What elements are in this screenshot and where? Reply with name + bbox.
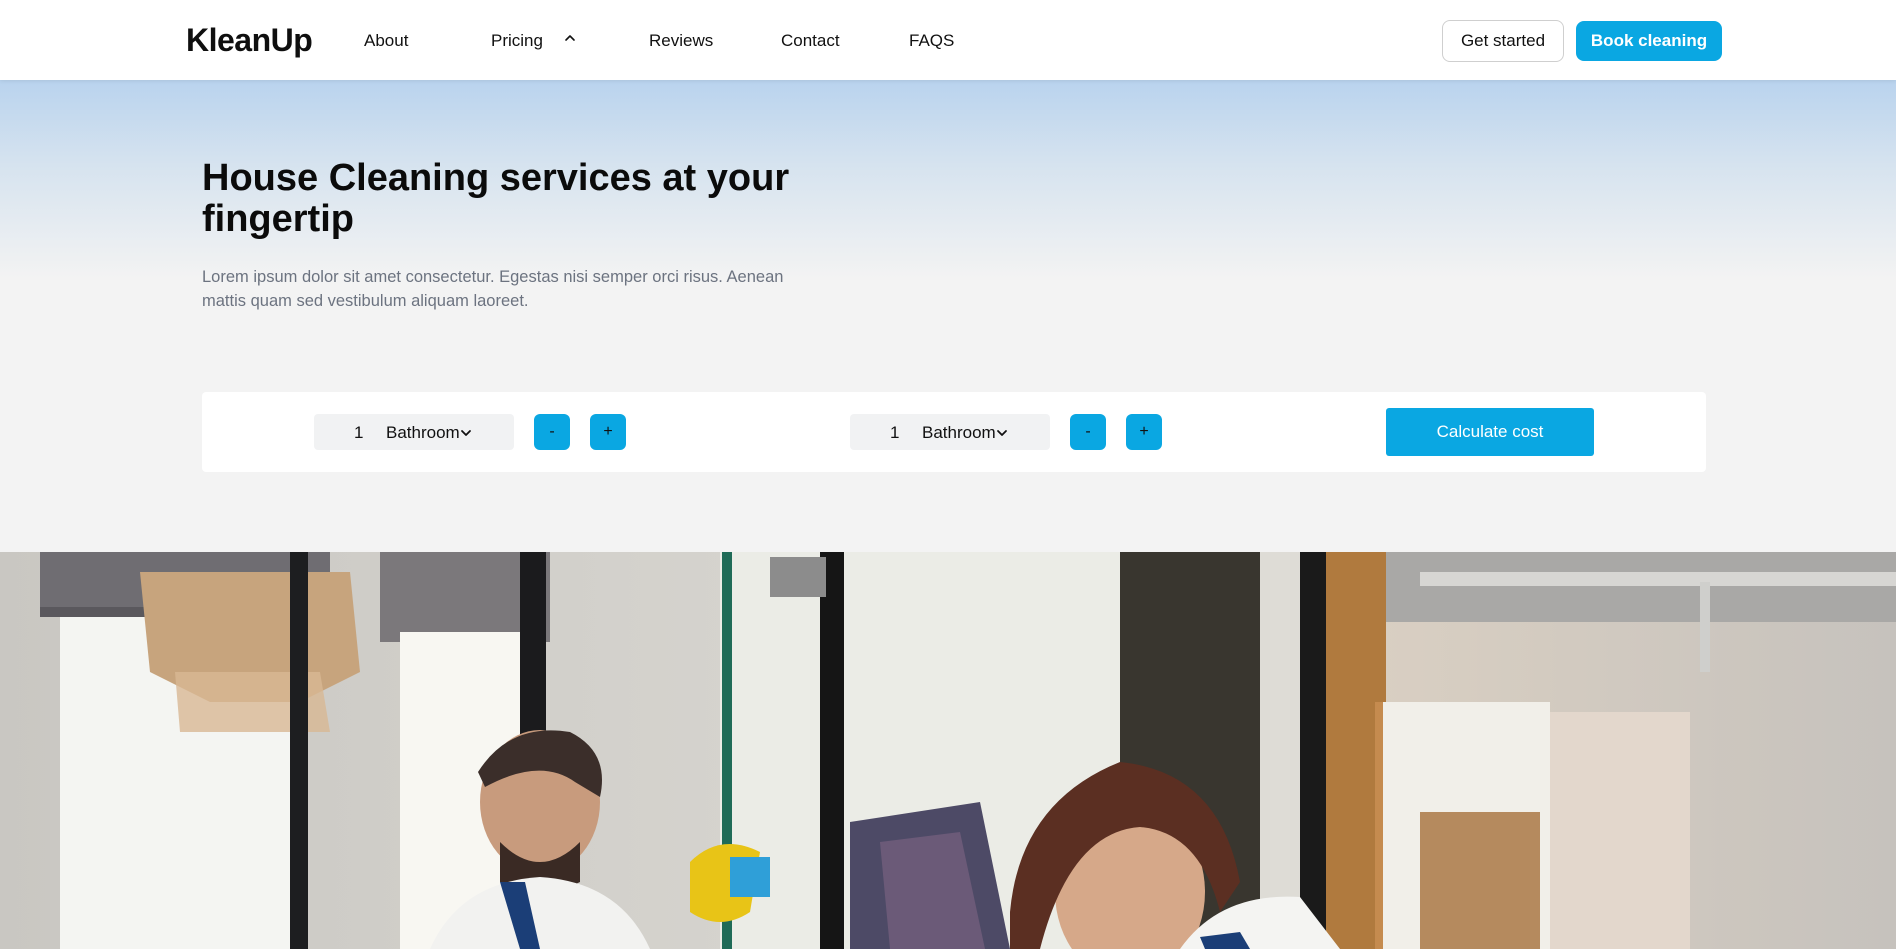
nav-link-reviews[interactable]: Reviews xyxy=(649,31,713,51)
increment-button-2[interactable]: + xyxy=(1126,414,1162,450)
hero-description: Lorem ipsum dolor sit amet consectetur. … xyxy=(202,268,784,310)
increment-button-1[interactable]: + xyxy=(590,414,626,450)
nav-link-faqs[interactable]: FAQS xyxy=(909,31,954,51)
chevron-down-icon xyxy=(997,430,1007,436)
nav-link-contact[interactable]: Contact xyxy=(781,31,840,51)
room-type-label: Bathroom xyxy=(386,423,460,442)
calculate-cost-button[interactable]: Calculate cost xyxy=(1386,408,1594,456)
nav-link-pricing[interactable]: Pricing xyxy=(491,31,543,51)
room-count: 1 xyxy=(354,423,364,442)
nav-link-about[interactable]: About xyxy=(364,31,408,51)
decrement-button-2[interactable]: - xyxy=(1070,414,1106,450)
room-select-1[interactable]: 1 Bathroom xyxy=(314,414,514,450)
room-count: 1 xyxy=(890,423,900,442)
brand-logo[interactable]: KleanUp xyxy=(186,22,313,59)
cost-calculator: 1 Bathroom - + 1 Bathroom - + Calculate … xyxy=(202,392,1706,472)
cleaning-staff-photo xyxy=(0,552,1896,949)
get-started-button[interactable]: Get started xyxy=(1442,20,1564,62)
room-type-label: Bathroom xyxy=(922,423,996,442)
room-select-2[interactable]: 1 Bathroom xyxy=(850,414,1050,450)
chevron-down-icon xyxy=(461,430,471,436)
book-cleaning-button[interactable]: Book cleaning xyxy=(1576,21,1722,61)
chevron-up-icon[interactable] xyxy=(562,30,578,46)
top-navbar: KleanUp About Pricing Reviews Contact FA… xyxy=(0,0,1896,80)
hero-section: House Cleaning services at your fingerti… xyxy=(0,80,1896,552)
decrement-button-1[interactable]: - xyxy=(534,414,570,450)
hero-title: House Cleaning services at your fingerti… xyxy=(202,157,790,240)
